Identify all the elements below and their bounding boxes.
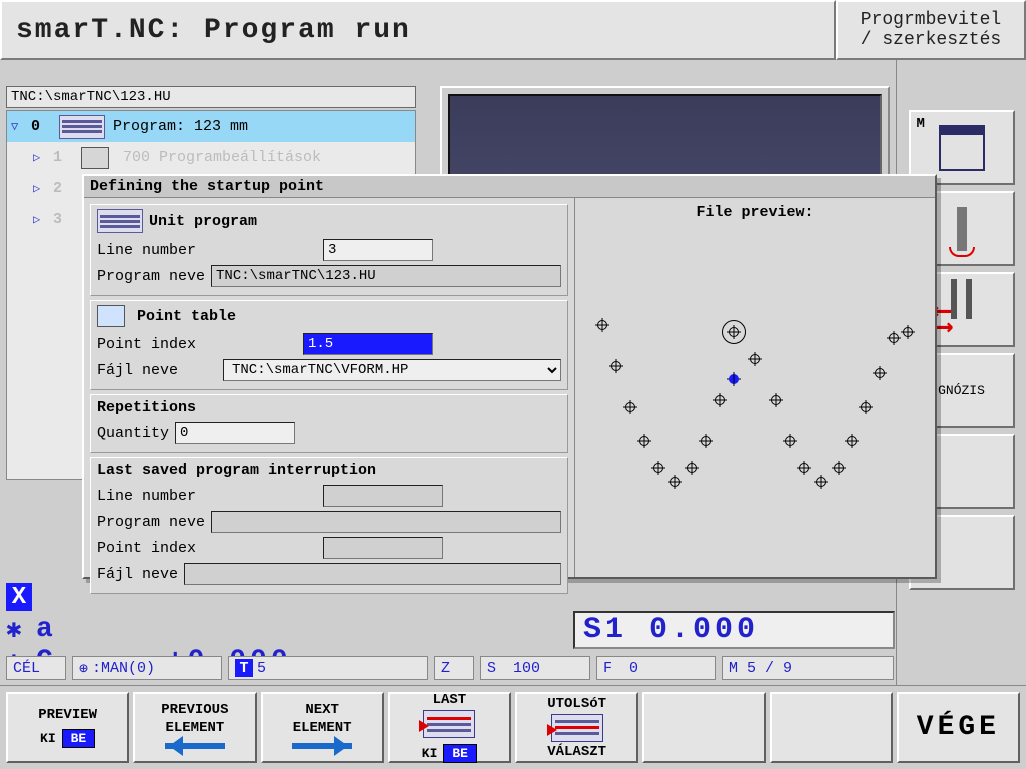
tool-icon [957, 207, 967, 251]
program-icon [97, 209, 143, 233]
repetitions-label: Repetitions [97, 399, 196, 416]
li-prog-label: Program neve [97, 514, 205, 531]
dialog-preview: File preview: [574, 198, 935, 577]
tree-root[interactable]: ▽ 0 Program: 123 mm [7, 111, 415, 142]
arrow-left-icon [165, 738, 225, 754]
status-bar: CÉL ⊕ :MAN(0) T 5 Z S 100 F 0 M 5 / 9 [6, 655, 894, 681]
li-file-label: Fájl neve [97, 566, 178, 583]
last-toggle-button[interactable]: LAST KI BE [388, 692, 511, 763]
status-cel: CÉL [6, 656, 66, 680]
status-man: ⊕ :MAN(0) [72, 656, 222, 680]
dialog-form: Unit program Line number Program neve Po… [84, 198, 574, 577]
program-icon [59, 115, 105, 139]
arrow-right-icon [292, 738, 352, 754]
point-table-label: Point table [137, 308, 236, 325]
point-table-icon [97, 305, 125, 327]
file-name-select[interactable]: TNC:\smarTNC\VFORM.HP [223, 359, 561, 381]
edit-icon [81, 147, 109, 169]
unit-program-label: Unit program [149, 213, 257, 230]
li-line-label: Line number [97, 488, 317, 505]
quantity-label: Quantity [97, 425, 169, 442]
li-file-input [184, 563, 561, 585]
point-index-input[interactable] [303, 333, 433, 355]
startup-point-dialog: Defining the startup point Unit program … [82, 174, 937, 579]
title-mode[interactable]: Progrmbevitel / szerkesztés [836, 0, 1026, 60]
mill-icon [939, 125, 985, 171]
vege-button[interactable]: VÉGE [897, 692, 1020, 763]
footer-toolbar: PREVIEW KI BE PREVIOUS ELEMENT NEXT ELEM… [0, 685, 1026, 769]
li-prog-input [211, 511, 561, 533]
file-path: TNC:\smarTNC\123.HU [6, 86, 416, 108]
target-icon: ⊕ [79, 659, 88, 678]
quantity-input[interactable] [175, 422, 295, 444]
tree-label: Program: 123 mm [113, 118, 248, 135]
li-point-input [323, 537, 443, 559]
last-interrupt-label: Last saved program interruption [97, 462, 376, 479]
tree-item-1[interactable]: ▷ 1 700 Programbeállítások [7, 142, 415, 173]
status-s100: S 100 [480, 656, 590, 680]
file-preview-canvas[interactable] [581, 229, 929, 571]
line-number-input[interactable] [323, 239, 433, 261]
swap-icon: ⟵ ⟶ [935, 279, 989, 340]
status-m: M 5 / 9 [722, 656, 894, 680]
li-line-input [323, 485, 443, 507]
arrow-red-icon [547, 724, 563, 736]
file-name-label: Fájl neve [97, 362, 217, 379]
utolsot-valaszt-button[interactable]: UTOLSóT VÁLASZT [515, 692, 638, 763]
empty-button-1[interactable] [642, 692, 765, 763]
dialog-title: Defining the startup point [84, 176, 935, 198]
file-preview-title: File preview: [575, 198, 935, 227]
point-index-label: Point index [97, 336, 297, 353]
expand-icon[interactable]: ▽ [11, 119, 23, 134]
program-name-input [211, 265, 561, 287]
title-bar: smarT.NC: Program run Progrmbevitel / sz… [0, 0, 1026, 60]
arrow-red-icon [419, 720, 435, 732]
next-element-button[interactable]: NEXT ELEMENT [261, 692, 384, 763]
li-point-label: Point index [97, 540, 317, 557]
empty-button-2[interactable] [770, 692, 893, 763]
axis-x-label: X [6, 583, 32, 611]
app-title: smarT.NC: Program run [0, 0, 836, 60]
program-name-label: Program neve [97, 268, 205, 285]
line-number-label: Line number [97, 242, 317, 259]
preview-toggle-button[interactable]: PREVIEW KI BE [6, 692, 129, 763]
status-z: Z [434, 656, 474, 680]
status-t: T 5 [228, 656, 428, 680]
spindle-display: S1 0.000 [573, 611, 895, 649]
previous-element-button[interactable]: PREVIOUS ELEMENT [133, 692, 256, 763]
axis-a-label: a [36, 614, 57, 645]
status-f: F 0 [596, 656, 716, 680]
